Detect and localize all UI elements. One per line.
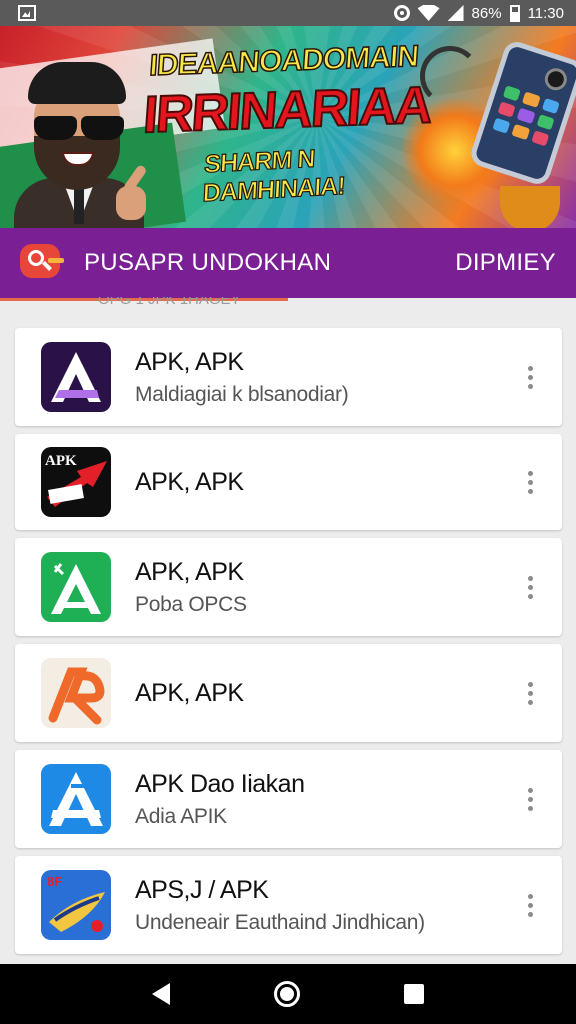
list-item[interactable]: 8F APS,J / APK Undeneair Eauthaind Jindh… [15,856,562,954]
app-toolbar: PUSAPR UNDOKHAN DIPMIEY [0,228,576,301]
apk-badge-icon: APK [41,447,111,517]
home-icon[interactable] [274,981,300,1007]
battery-percent: 86% [471,4,502,22]
promo-banner[interactable]: IDEAANOADOMAIN IRRINARIAA SHARM N DAMHIN… [0,26,576,228]
orange-r-icon [41,658,111,728]
app-subtitle: Maldiagiai k blsanodiar) [135,382,349,406]
app-subtitle: Poba OPCS [135,592,247,616]
back-icon[interactable] [152,983,170,1005]
app-name: APK, APK [135,467,244,496]
app-subtitle: Adia APIK [135,804,227,828]
clock: 11:30 [527,4,564,22]
trophy-illustration [500,186,560,228]
more-options-icon[interactable] [520,470,540,494]
app-name: APK, APK [135,557,244,586]
app-name: APS,J / APK [135,875,269,904]
signal-icon [447,5,464,21]
more-options-icon[interactable] [520,575,540,599]
image-notification-icon [18,5,36,21]
toolbar-title: PUSAPR UNDOKHAN [84,249,332,276]
app-list: APK, APK Maldiagiai k blsanodiar) APK AP… [15,328,562,962]
mascot-illustration [4,58,154,228]
list-item[interactable]: APK APK, APK [15,434,562,530]
list-item[interactable]: APK, APK Maldiagiai k blsanodiar) [15,328,562,426]
wifi-icon [417,5,440,21]
app-subtitle: Undeneair Eauthaind Jindhican) [135,910,425,934]
banner-headline: IDEAANOADOMAIN IRRINARIAA SHARM N DAMHIN… [140,39,450,208]
more-options-icon[interactable] [520,681,540,705]
recent-apps-icon[interactable] [404,984,424,1004]
app-name: APK, APK [135,678,244,707]
blue-a-icon [41,764,111,834]
more-options-icon[interactable] [520,787,540,811]
banner-line-3: SHARM N DAMHINAIA! [201,144,346,208]
search-app-icon[interactable] [20,244,66,282]
list-item[interactable]: APK Dao Iiakan Adia APIK [15,750,562,848]
status-bar: 86% 11:30 [0,0,576,26]
green-a-icon [41,552,111,622]
rocket-badge-text: 8F [47,874,63,889]
app-name: APK, APK [135,347,244,376]
sync-icon [393,5,410,21]
rocket-icon: 8F [41,870,111,940]
system-nav-bar [0,964,576,1024]
list-item[interactable]: APK, APK Poba OPCS [15,538,562,636]
list-item[interactable]: APK, APK [15,644,562,742]
battery-icon [509,4,520,22]
banner-line-2: IRRINARIAA [140,75,433,145]
toolbar-action-button[interactable]: DIPMIEY [455,249,556,277]
faded-caption: OPG 1 JPK 1HAGEY [98,297,241,308]
a-logo-icon [41,342,111,412]
more-options-icon[interactable] [520,365,540,389]
more-options-icon[interactable] [520,893,540,917]
app-name: APK Dao Iiakan [135,769,305,798]
